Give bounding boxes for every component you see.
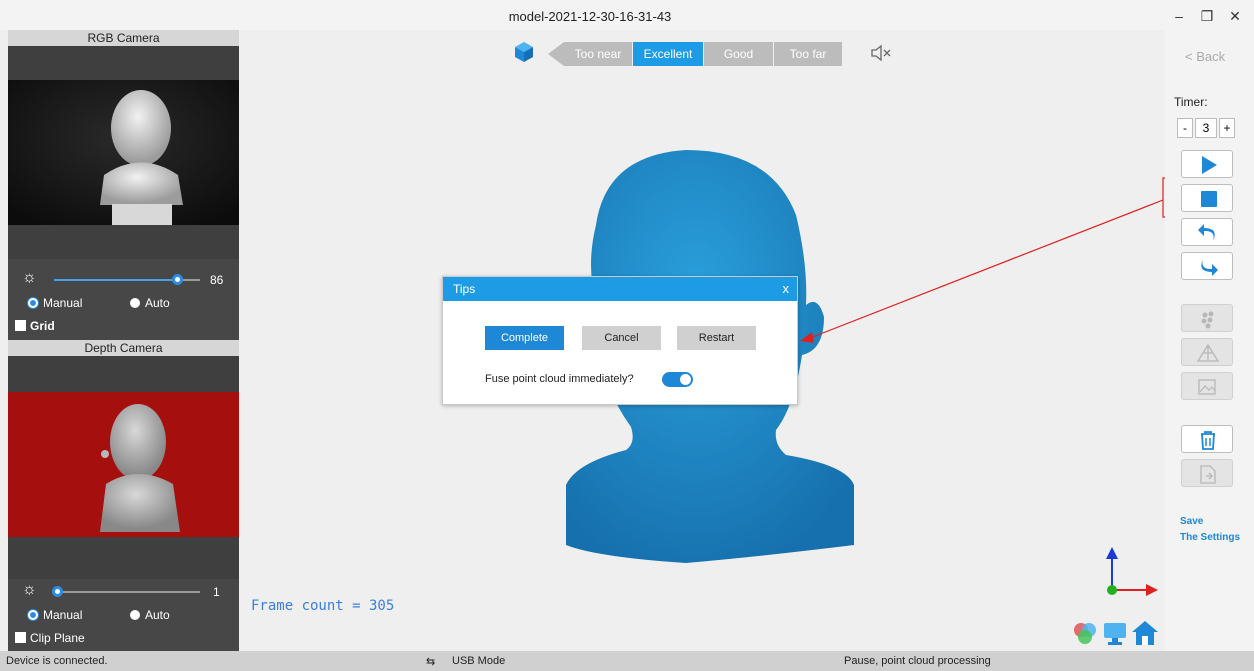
fuse-label: Fuse point cloud immediately? (485, 373, 634, 385)
cancel-button[interactable]: Cancel (582, 326, 661, 350)
stop-button[interactable] (1181, 184, 1233, 212)
fuse-toggle[interactable] (662, 372, 693, 387)
rgb-bust-image (8, 80, 239, 225)
screen-view-icon[interactable] (1100, 618, 1130, 648)
close-button[interactable]: ✕ (1221, 5, 1249, 27)
dialog-close-button[interactable]: x (783, 277, 790, 301)
status-bar: Device is connected. ⇆ USB Mode Pause, p… (0, 651, 1254, 671)
point-cloud-icon (1201, 311, 1214, 329)
right-panel: < Back Timer: - 3 + Save The Settings (1165, 30, 1254, 651)
window-title: model-2021-12-30-16-31-43 (508, 9, 672, 24)
depth-bust-image (100, 404, 180, 532)
depth-manual-radio[interactable] (28, 610, 38, 620)
stop-icon (1201, 191, 1217, 207)
depth-exposure-row: ☼ 1 (8, 582, 239, 602)
timer-increment-button[interactable]: + (1219, 118, 1235, 138)
rgb-manual-label: Manual (43, 296, 83, 310)
play-icon (1202, 156, 1217, 174)
complete-button[interactable]: Complete (485, 326, 564, 350)
undo-icon (1198, 224, 1215, 241)
depth-camera-title: Depth Camera (8, 340, 239, 356)
export-button[interactable] (1181, 459, 1233, 487)
redo-button[interactable] (1181, 252, 1233, 280)
trash-icon (1201, 431, 1215, 450)
axis-gizmo (1106, 547, 1158, 596)
timer-label: Timer: (1174, 95, 1208, 109)
rgb-brightness-row: ☼ 86 (8, 270, 239, 290)
rgb-brightness-value: 86 (210, 273, 224, 287)
title-bar: model-2021-12-30-16-31-43 – ❐ ✕ (0, 0, 1254, 30)
save-settings-link-line2[interactable]: The Settings (1180, 532, 1240, 543)
speaker-mute-icon[interactable] (870, 43, 892, 63)
rgb-auto-label: Auto (145, 296, 170, 310)
distance-excellent: Excellent (633, 42, 703, 66)
undo-button[interactable] (1181, 218, 1233, 246)
depth-mode-row: Manual Auto (8, 606, 239, 626)
usb-icon: ⇆ (426, 656, 436, 668)
status-processing: Pause, point cloud processing (844, 655, 991, 667)
timer-value[interactable]: 3 (1195, 118, 1217, 138)
back-button[interactable]: < Back (1185, 49, 1225, 64)
depth-camera-view (8, 392, 239, 537)
brightness-icon: ☼ (22, 269, 37, 286)
clip-plane-checkbox[interactable] (15, 632, 26, 643)
dialog-title: Tips (453, 282, 476, 296)
rgb-auto-radio[interactable] (130, 298, 140, 308)
brightness-icon: ☼ (22, 581, 37, 598)
frame-count: Frame count = 305 (251, 598, 395, 614)
distance-too-near: Too near (564, 42, 632, 66)
depth-exposure-slider[interactable] (52, 586, 63, 597)
save-settings-link[interactable]: Save (1180, 516, 1203, 527)
clip-plane-label: Clip Plane (30, 631, 85, 645)
left-panel: RGB Camera ☼ 86 Manual Auto Grid Depth C (8, 30, 239, 651)
color-blend-icon[interactable] (1070, 618, 1100, 648)
image-add-icon (1198, 379, 1216, 395)
minimize-button[interactable]: – (1165, 5, 1193, 27)
export-file-icon (1200, 465, 1216, 484)
distance-good: Good (704, 42, 773, 66)
restart-button[interactable]: Restart (677, 326, 756, 350)
texture-button[interactable] (1181, 372, 1233, 400)
distance-arrow-icon (548, 42, 564, 66)
dialog-header: Tips x (443, 277, 797, 301)
rgb-manual-radio[interactable] (28, 298, 38, 308)
mesh-triangle-icon (1196, 343, 1220, 362)
delete-button[interactable] (1181, 425, 1233, 453)
cube-icon[interactable] (512, 40, 536, 64)
depth-exposure-value: 1 (213, 585, 220, 599)
play-button[interactable] (1181, 150, 1233, 178)
status-usb-mode: USB Mode (452, 655, 506, 667)
point-cloud-button[interactable] (1181, 304, 1233, 332)
rgb-camera-view (8, 80, 239, 225)
maximize-button[interactable]: ❐ (1193, 5, 1221, 27)
home-view-icon[interactable] (1130, 618, 1160, 648)
rgb-mode-row: Manual Auto (8, 294, 239, 314)
mesh-button[interactable] (1181, 338, 1233, 366)
clip-plane-row: Clip Plane (8, 629, 239, 649)
rgb-camera-title: RGB Camera (8, 30, 239, 46)
status-connection: Device is connected. (6, 655, 108, 667)
tips-dialog: Tips x Complete Cancel Restart Fuse poin… (442, 276, 798, 405)
depth-auto-radio[interactable] (130, 610, 140, 620)
rgb-brightness-slider[interactable] (172, 274, 183, 285)
distance-too-far: Too far (774, 42, 842, 66)
timer-decrement-button[interactable]: - (1177, 118, 1193, 138)
depth-manual-label: Manual (43, 608, 83, 622)
grid-checkbox[interactable] (15, 320, 26, 331)
grid-row: Grid (8, 317, 239, 337)
grid-label: Grid (30, 319, 55, 333)
redo-icon (1201, 259, 1218, 276)
depth-auto-label: Auto (145, 608, 170, 622)
